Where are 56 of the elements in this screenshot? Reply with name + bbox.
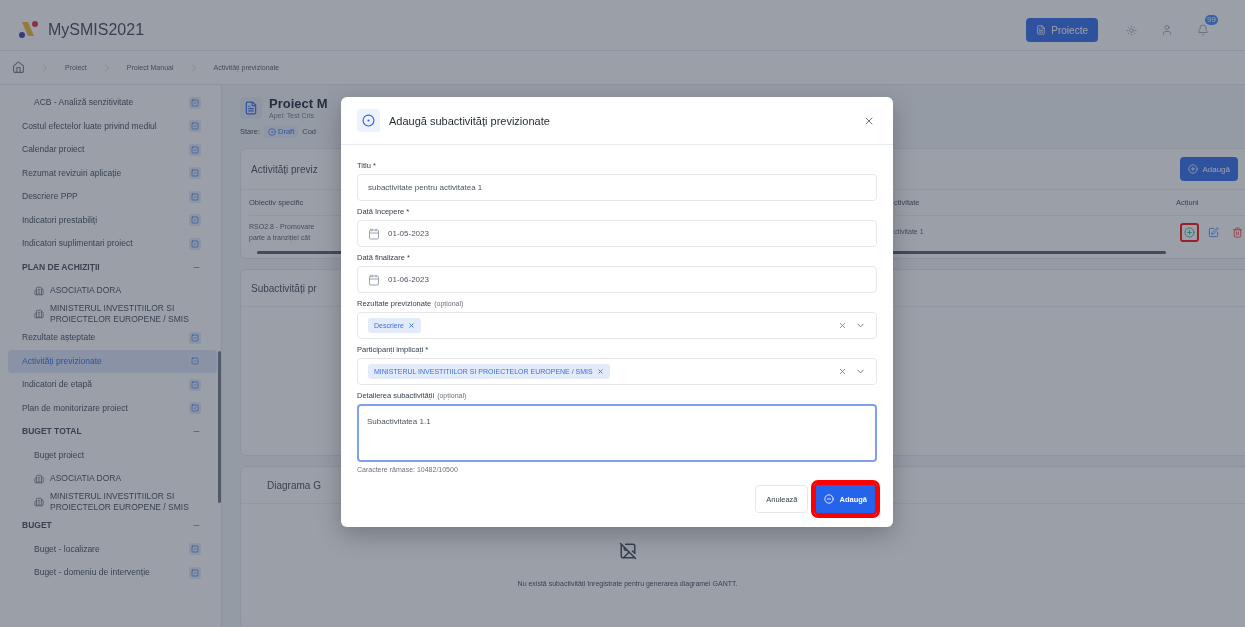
project-title: Proiect M xyxy=(269,97,328,112)
sidebar-item[interactable]: Calendar proiect xyxy=(22,144,85,156)
document-icon xyxy=(240,97,262,119)
logo-icon xyxy=(18,20,40,40)
sidebar-item[interactable]: Buget - localizare xyxy=(34,543,100,555)
date-field[interactable]: 01-06-2023 xyxy=(357,266,877,293)
sidebar-section-title: BUGET xyxy=(22,520,52,532)
sidebar-item[interactable]: Indicatori prestabiliți xyxy=(22,214,98,226)
card-title: Diagrama G xyxy=(267,479,321,491)
add-button[interactable]: Adaugă xyxy=(1180,157,1238,181)
remove-icon[interactable] xyxy=(407,322,415,329)
sidebar-item[interactable]: Buget - domeniu de intervenție xyxy=(34,567,150,579)
plus-circle-icon xyxy=(1188,164,1199,174)
circle-icon xyxy=(268,127,276,136)
sidebar-item[interactable]: Rezultate așteptate xyxy=(22,332,96,344)
minus-circle-icon xyxy=(824,494,835,504)
user-icon[interactable] xyxy=(1161,24,1173,36)
text-area[interactable]: Subactivitatea 1.1 xyxy=(357,404,877,462)
card-title: Subactivități pr xyxy=(251,282,317,294)
building-icon xyxy=(34,473,44,484)
sidebar-item[interactable]: Indicatori suplimentari proiect xyxy=(22,238,133,250)
sidebar-item[interactable]: Buget proiect xyxy=(34,449,85,461)
sidebar-item[interactable]: Costul efectelor luate privind mediul xyxy=(22,120,157,132)
sidebar-item[interactable]: MINISTERUL INVESTITIILOR SI PROIECTELOR EUROPENE / SMIS xyxy=(50,302,190,326)
sun-icon[interactable] xyxy=(1126,24,1137,36)
sidebar-item[interactable]: Activități previzionate xyxy=(22,355,102,367)
clear-icon[interactable] xyxy=(838,321,847,330)
clear-icon[interactable] xyxy=(838,367,847,376)
app-name: MySMIS2021 xyxy=(48,21,145,39)
building-icon xyxy=(34,285,44,296)
building-icon xyxy=(34,309,44,320)
projects-button[interactable]: Proiecte xyxy=(1026,18,1098,42)
calendar-icon xyxy=(368,227,380,240)
sidebar-item[interactable]: ASOCIATIA DORA xyxy=(50,473,122,485)
sidebar-section-title: BUGET TOTAL xyxy=(22,426,82,438)
target-icon xyxy=(357,109,380,132)
remove-icon[interactable] xyxy=(596,368,604,375)
sidebar-item[interactable]: Indicatori de etapă xyxy=(22,379,92,391)
dialog-title: Adaugă subactivități previzionate xyxy=(389,114,551,127)
sidebar-item[interactable]: Rezumat revizuiri aplicație xyxy=(22,167,122,179)
sidebar-item[interactable]: MINISTERUL INVESTITIILOR SI PROIECTELOR EUROPENE / SMIS xyxy=(50,490,190,514)
sidebar-item[interactable]: Descriere PPP xyxy=(22,191,78,203)
card-title: Activități previz xyxy=(251,163,318,175)
notifications-icon[interactable] xyxy=(1197,24,1209,36)
text-field[interactable]: subactivitate pentru activitatea 1 xyxy=(357,174,877,201)
sidebar-item[interactable]: ASOCIATIA DORA xyxy=(50,285,122,297)
sidebar-item[interactable]: ACB - Analiză senzitivitate xyxy=(34,97,134,109)
date-field[interactable]: 01-05-2023 xyxy=(357,220,877,247)
notification-badge: 99 xyxy=(1205,15,1218,25)
home-icon[interactable] xyxy=(12,61,25,74)
sidebar-item[interactable]: Plan de monitorizare proiect xyxy=(22,402,128,414)
building-icon xyxy=(34,497,44,508)
sidebar-section-title: PLAN DE ACHIZIȚII xyxy=(22,261,100,273)
no-image-icon xyxy=(618,542,637,560)
document-icon xyxy=(1036,25,1047,35)
calendar-icon xyxy=(368,273,380,286)
